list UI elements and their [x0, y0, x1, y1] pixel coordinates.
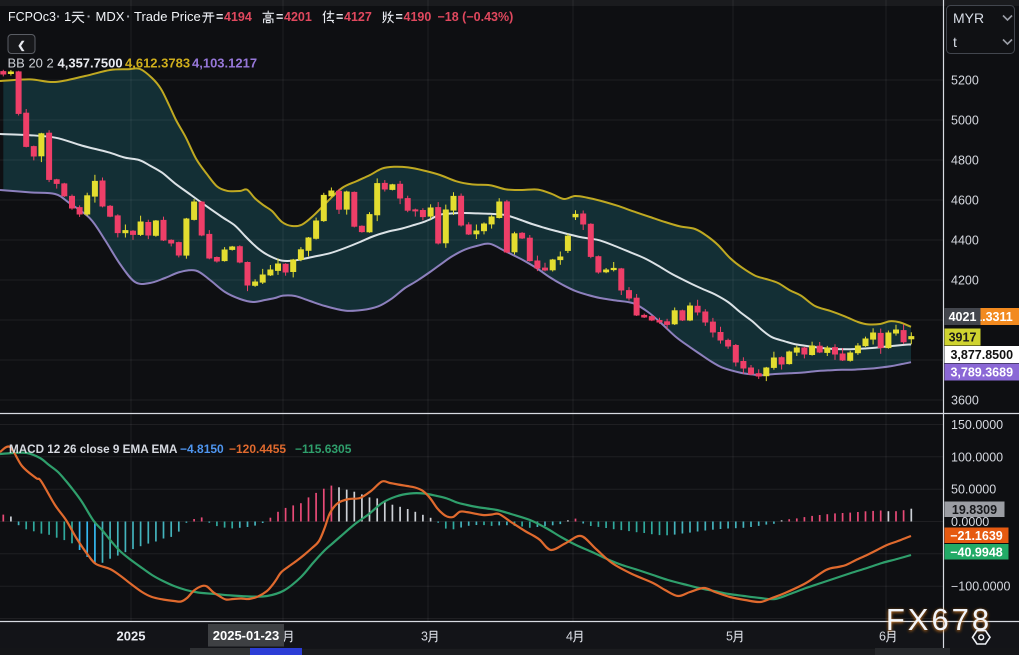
- svg-text:19.8309: 19.8309: [952, 503, 997, 517]
- svg-text:100.0000: 100.0000: [951, 450, 1003, 464]
- svg-text:3,877.8500: 3,877.8500: [950, 348, 1013, 362]
- svg-text:4200: 4200: [951, 274, 979, 288]
- svg-text:50.0000: 50.0000: [951, 483, 996, 497]
- svg-text:−21.1639: −21.1639: [950, 529, 1003, 543]
- svg-text:5200: 5200: [951, 74, 979, 88]
- svg-text:3600: 3600: [951, 394, 979, 408]
- svg-text:−120.4455: −120.4455: [229, 442, 286, 456]
- svg-text:4: 4: [566, 630, 573, 644]
- svg-text:4201: 4201: [284, 10, 312, 24]
- svg-text:−100.0000: −100.0000: [951, 580, 1010, 594]
- svg-text:5000: 5000: [951, 114, 979, 128]
- svg-text:0.0000: 0.0000: [951, 515, 989, 529]
- svg-text:1: 1: [64, 9, 71, 24]
- svg-text:150.0000: 150.0000: [951, 418, 1003, 432]
- svg-text:=: =: [396, 10, 403, 24]
- svg-text:5: 5: [726, 630, 733, 644]
- svg-text:❮: ❮: [17, 41, 25, 52]
- svg-text:4194: 4194: [224, 10, 252, 24]
- svg-text:4400: 4400: [951, 234, 979, 248]
- svg-text:FCPOc3: FCPOc3: [8, 10, 56, 24]
- svg-text:·: ·: [126, 8, 131, 24]
- svg-text:=: =: [336, 10, 343, 24]
- svg-text:4800: 4800: [951, 154, 979, 168]
- svg-text:3,789.3689: 3,789.3689: [950, 366, 1013, 380]
- svg-text:4190: 4190: [404, 10, 432, 24]
- svg-text:MYR: MYR: [953, 10, 984, 26]
- svg-text:BB 20 2: BB 20 2: [8, 56, 54, 71]
- svg-text:4,612.3783: 4,612.3783: [125, 56, 190, 71]
- svg-text:·: ·: [56, 8, 61, 24]
- svg-text:t: t: [953, 34, 957, 50]
- svg-text:−4.8150: −4.8150: [180, 442, 224, 456]
- svg-text:4127: 4127: [344, 10, 372, 24]
- svg-text:4,357.7500: 4,357.7500: [58, 56, 123, 71]
- svg-text:=: =: [276, 10, 283, 24]
- svg-text:·: ·: [87, 8, 92, 24]
- svg-text:MACD 12 26 close 9 EMA EMA: MACD 12 26 close 9 EMA EMA: [9, 443, 178, 456]
- svg-text:3: 3: [421, 630, 428, 644]
- svg-text:2025: 2025: [117, 629, 146, 644]
- svg-text:Trade Price: Trade Price: [134, 9, 201, 24]
- svg-text:−115.6305: −115.6305: [295, 442, 352, 456]
- svg-text:4,103.1217: 4,103.1217: [192, 56, 257, 71]
- svg-text:−18 (−0.43%): −18 (−0.43%): [438, 10, 514, 24]
- svg-text:2025-01-23: 2025-01-23: [213, 628, 280, 643]
- svg-text:3917: 3917: [949, 331, 977, 345]
- svg-text:4021: 4021: [949, 310, 977, 324]
- svg-text:=: =: [216, 10, 223, 24]
- svg-text:−40.9948: −40.9948: [950, 545, 1003, 559]
- svg-text:4600: 4600: [951, 194, 979, 208]
- svg-text:MDX: MDX: [96, 9, 125, 24]
